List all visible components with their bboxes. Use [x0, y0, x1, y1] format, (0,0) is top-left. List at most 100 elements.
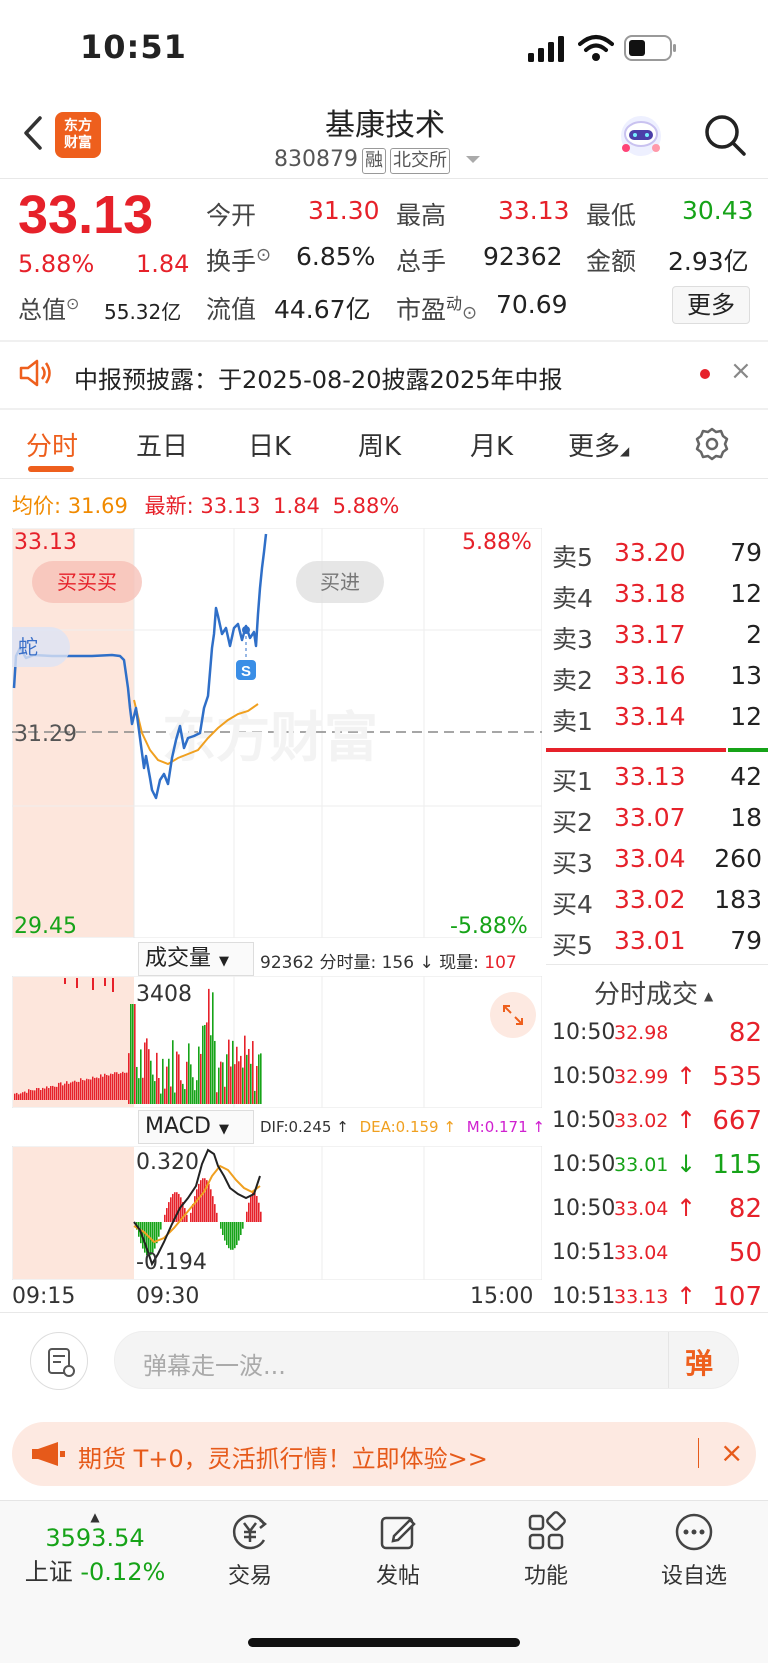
trade-time: 10:50: [552, 1064, 616, 1089]
high-value: 33.13: [498, 196, 570, 225]
stock-code: 830879: [274, 147, 358, 172]
volume-value: 92362: [483, 242, 563, 271]
danmu-send-button[interactable]: 弹: [668, 1332, 738, 1388]
back-icon[interactable]: [14, 108, 54, 158]
ask-row[interactable]: 卖2 33.16 13: [552, 655, 762, 696]
tab-daily-k[interactable]: 日K: [248, 426, 291, 463]
danmu-input[interactable]: 弹幕走一波... 弹: [114, 1331, 739, 1389]
index-ticker[interactable]: ▲ 3593.54 上证 -0.12%: [20, 1510, 170, 1587]
macd-dif: DIF:0.245 ↑: [260, 1118, 349, 1136]
trades-title[interactable]: 分时成交 ▲: [594, 974, 713, 1011]
more-button[interactable]: 更多: [672, 286, 750, 324]
megaphone-icon: [32, 1442, 65, 1466]
tab-weekly-k[interactable]: 周K: [358, 426, 401, 463]
event-flag-badge[interactable]: 蛇: [12, 627, 70, 667]
level-label: 买1: [552, 767, 593, 796]
total-value-label[interactable]: 总值⊙: [18, 290, 79, 325]
float-label: 流值: [206, 295, 257, 324]
trade-direction-arrow: ↓: [676, 1150, 697, 1178]
ad-close-button[interactable]: ×: [720, 1436, 743, 1469]
tab-monthly-k[interactable]: 月K: [470, 426, 513, 463]
ask-row[interactable]: 卖4 33.18 12: [552, 573, 762, 614]
bid-row[interactable]: 买1 33.13 42: [552, 756, 762, 797]
trade-price: 33.13: [614, 1286, 669, 1308]
tab-intraday[interactable]: 分时: [26, 426, 78, 463]
pe-label[interactable]: 市盈动⊙: [396, 290, 477, 326]
trade-time: 10:50: [552, 1020, 616, 1045]
nav-post-label: 发帖: [375, 1564, 420, 1589]
index-name: 上证: [24, 1558, 73, 1586]
bid-row[interactable]: 买5 33.01 79: [552, 920, 762, 961]
amount-label: 金额: [586, 247, 637, 276]
level-price: 33.20: [614, 538, 686, 567]
level-price: 33.01: [614, 926, 686, 955]
current-price: 33.13: [18, 185, 154, 245]
macd-chart[interactable]: [12, 1146, 542, 1280]
nav-trade[interactable]: 交易: [190, 1510, 310, 1590]
nav-add-watchlist[interactable]: 设自选: [634, 1510, 754, 1590]
chart-bottom-divider: [0, 1312, 768, 1313]
battery-icon: [624, 35, 676, 61]
grid-apps-icon: [528, 1511, 566, 1550]
time-axis-end: 15:00: [470, 1284, 534, 1309]
danmu-icon: 弹: [685, 1347, 714, 1380]
volume-bar-chart[interactable]: [12, 976, 542, 1108]
level-volume: 79: [730, 538, 762, 567]
trade-direction-arrow: ↑: [676, 1106, 697, 1134]
search-icon[interactable]: [700, 110, 750, 160]
stock-code-line[interactable]: 830879 融北交所: [274, 147, 483, 174]
header-divider: [0, 178, 768, 179]
turnover-value: 6.85%: [296, 242, 376, 271]
bid-row[interactable]: 买3 33.04 260: [552, 838, 762, 879]
tab-more[interactable]: 更多◢: [568, 426, 629, 463]
nav-functions[interactable]: 功能: [486, 1510, 606, 1590]
ad-banner[interactable]: 期货 T+0，灵活抓行情！立即体验>> ×: [12, 1422, 756, 1486]
tab-more-label: 更多: [568, 432, 621, 462]
buy-in-button[interactable]: 买进: [296, 561, 384, 603]
robot-assistant-icon[interactable]: [614, 112, 668, 160]
nav-post[interactable]: 发帖: [338, 1510, 458, 1590]
tab-five-day[interactable]: 五日: [136, 426, 188, 463]
orderbook-divider: [546, 964, 768, 965]
logo-text-1: 东方: [64, 118, 92, 134]
avg-value: 31.69: [67, 494, 128, 518]
buy-buy-buy-button[interactable]: 买买买: [32, 561, 142, 603]
trade-volume: 50: [728, 1238, 762, 1268]
comment-settings-button[interactable]: [30, 1332, 88, 1390]
trade-row: 10:50 32.99 ↑ 535: [552, 1056, 762, 1100]
trade-row: 10:50 33.01 ↓ 115: [552, 1144, 762, 1188]
level-volume: 2: [746, 620, 762, 649]
trade-volume: 82: [728, 1018, 762, 1048]
ask-row[interactable]: 卖5 33.20 79: [552, 532, 762, 573]
bid-row[interactable]: 买2 33.07 18: [552, 797, 762, 838]
trade-time: 10:51: [552, 1240, 616, 1265]
info-icon: ⊙: [462, 302, 478, 324]
speaker-icon: [19, 359, 51, 387]
ask-row[interactable]: 卖3 33.17 2: [552, 614, 762, 655]
ask-row[interactable]: 卖1 33.14 12: [552, 696, 762, 737]
macd-indicator-selector[interactable]: MACD ▼: [138, 1110, 254, 1144]
level-volume: 18: [730, 803, 762, 832]
chart-top-pct: 5.88%: [462, 530, 532, 555]
pe-value: 70.69: [496, 290, 568, 319]
trade-volume: 115: [712, 1150, 762, 1180]
volume-selector-label: 成交量: [145, 946, 212, 971]
volume-indicator-selector[interactable]: 成交量 ▼: [138, 942, 254, 976]
more-dots-icon: [675, 1513, 713, 1551]
macd-selector-label: MACD: [145, 1114, 211, 1139]
logo-text-2: 财富: [64, 135, 92, 151]
float-value: 44.67亿: [274, 295, 371, 324]
expand-chart-button[interactable]: [490, 992, 536, 1038]
wifi-icon: [578, 35, 614, 61]
latest-change: 1.84: [273, 494, 320, 518]
notice-close-button[interactable]: ×: [730, 356, 752, 386]
bid-row[interactable]: 买4 33.02 183: [552, 879, 762, 920]
settings-gear-icon[interactable]: [694, 426, 730, 462]
level-price: 33.18: [614, 579, 686, 608]
level-label: 卖4: [552, 584, 593, 613]
tab-active-indicator: [28, 466, 74, 472]
macd-dea: DEA:0.159 ↑: [359, 1118, 456, 1136]
volume-info: 92362 分时量: 156 ↓ 现量: 107: [260, 948, 517, 973]
level-label: 买3: [552, 849, 593, 878]
turnover-label[interactable]: 换手⊙: [206, 242, 271, 278]
